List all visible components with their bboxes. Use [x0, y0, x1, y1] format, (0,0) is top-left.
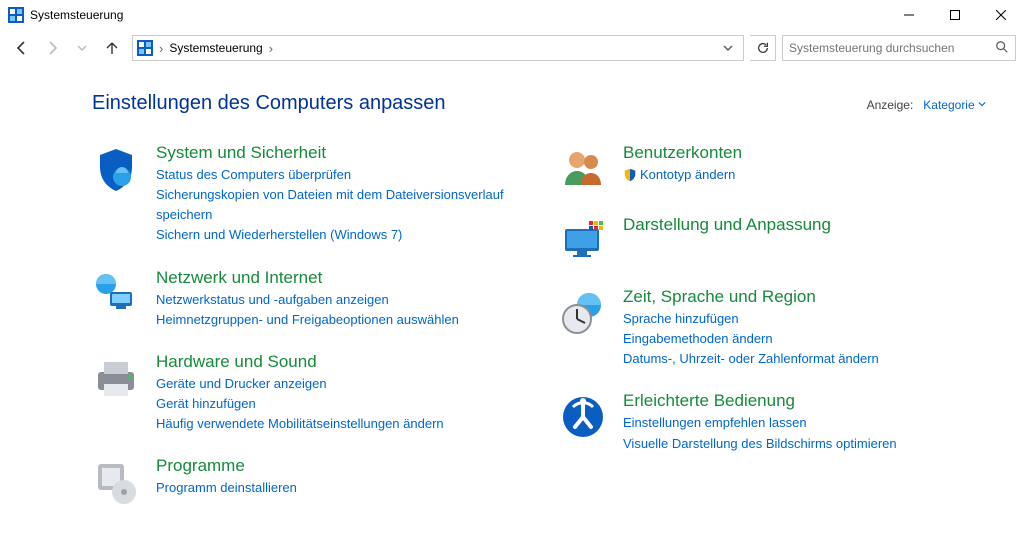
category-column-right: Benutzerkonten Kontotyp ändern Darstellu…: [559, 143, 986, 528]
category-link[interactable]: Sichern und Wiederherstellen (Windows 7): [156, 225, 519, 245]
category-title[interactable]: Netzwerk und Internet: [156, 268, 519, 288]
category-link[interactable]: Netzwerkstatus und -aufgaben anzeigen: [156, 290, 519, 310]
category-network: Netzwerk und Internet Netzwerkstatus und…: [92, 268, 519, 330]
clock-globe-icon: [559, 289, 607, 337]
category-title[interactable]: Zeit, Sprache und Region: [623, 287, 986, 307]
category-link[interactable]: Kontotyp ändern: [623, 165, 986, 188]
breadcrumb-item[interactable]: Systemsteuerung: [165, 36, 266, 60]
category-programs: Programme Programm deinstallieren: [92, 456, 519, 506]
category-appearance: Darstellung und Anpassung: [559, 215, 986, 265]
ease-of-access-icon: [559, 393, 607, 441]
category-title[interactable]: System und Sicherheit: [156, 143, 519, 163]
search-icon[interactable]: [995, 40, 1009, 57]
network-icon: [92, 270, 140, 318]
category-title[interactable]: Benutzerkonten: [623, 143, 986, 163]
category-link[interactable]: Sprache hinzufügen: [623, 309, 986, 329]
shield-icon: [92, 145, 140, 193]
title-bar: Systemsteuerung: [0, 0, 1024, 30]
control-panel-icon: [8, 7, 24, 23]
category-link[interactable]: Häufig verwendete Mobilitätseinstellunge…: [156, 414, 519, 434]
monitor-icon: [559, 217, 607, 265]
recent-dropdown[interactable]: [68, 34, 96, 62]
minimize-button[interactable]: [886, 0, 932, 30]
category-ease-of-access: Erleichterte Bedienung Einstellungen emp…: [559, 391, 986, 453]
back-button[interactable]: [8, 34, 36, 62]
address-bar[interactable]: › Systemsteuerung ›: [132, 35, 744, 61]
chevron-right-icon[interactable]: ›: [267, 41, 275, 56]
category-link[interactable]: Geräte und Drucker anzeigen: [156, 374, 519, 394]
category-user-accounts: Benutzerkonten Kontotyp ändern: [559, 143, 986, 193]
search-box[interactable]: [782, 35, 1016, 61]
category-title[interactable]: Erleichterte Bedienung: [623, 391, 986, 411]
programs-icon: [92, 458, 140, 506]
chevron-right-icon[interactable]: ›: [157, 41, 165, 56]
category-link[interactable]: Sicherungskopien von Dateien mit dem Dat…: [156, 185, 519, 225]
category-link[interactable]: Eingabemethoden ändern: [623, 329, 986, 349]
search-input[interactable]: [789, 41, 995, 55]
uac-shield-icon: [623, 168, 637, 188]
navigation-bar: › Systemsteuerung ›: [0, 30, 1024, 66]
window-title: Systemsteuerung: [30, 8, 886, 22]
category-link[interactable]: Programm deinstallieren: [156, 478, 519, 498]
page-heading: Einstellungen des Computers anpassen: [92, 92, 867, 115]
category-column-left: System und Sicherheit Status des Compute…: [92, 143, 519, 528]
view-by-dropdown[interactable]: Kategorie: [923, 98, 986, 112]
refresh-button[interactable]: [750, 35, 776, 61]
control-panel-icon: [137, 40, 153, 56]
up-button[interactable]: [98, 34, 126, 62]
content-area: Einstellungen des Computers anpassen Anz…: [0, 66, 1024, 528]
category-link[interactable]: Heimnetzgruppen- und Freigabeoptionen au…: [156, 310, 519, 330]
category-link[interactable]: Einstellungen empfehlen lassen: [623, 413, 986, 433]
category-link[interactable]: Status des Computers überprüfen: [156, 165, 519, 185]
category-title[interactable]: Hardware und Sound: [156, 352, 519, 372]
address-dropdown[interactable]: [717, 41, 739, 56]
category-time-language: Zeit, Sprache und Region Sprache hinzufü…: [559, 287, 986, 369]
maximize-button[interactable]: [932, 0, 978, 30]
users-icon: [559, 145, 607, 193]
category-link[interactable]: Gerät hinzufügen: [156, 394, 519, 414]
category-title[interactable]: Programme: [156, 456, 519, 476]
category-link[interactable]: Datums-, Uhrzeit- oder Zahlenformat ände…: [623, 349, 986, 369]
category-hardware: Hardware und Sound Geräte und Drucker an…: [92, 352, 519, 434]
printer-icon: [92, 354, 140, 402]
category-link[interactable]: Visuelle Darstellung des Bildschirms opt…: [623, 434, 986, 454]
view-by-label: Anzeige:: [867, 98, 914, 112]
forward-button[interactable]: [38, 34, 66, 62]
close-button[interactable]: [978, 0, 1024, 30]
category-system-security: System und Sicherheit Status des Compute…: [92, 143, 519, 246]
category-title[interactable]: Darstellung und Anpassung: [623, 215, 986, 235]
